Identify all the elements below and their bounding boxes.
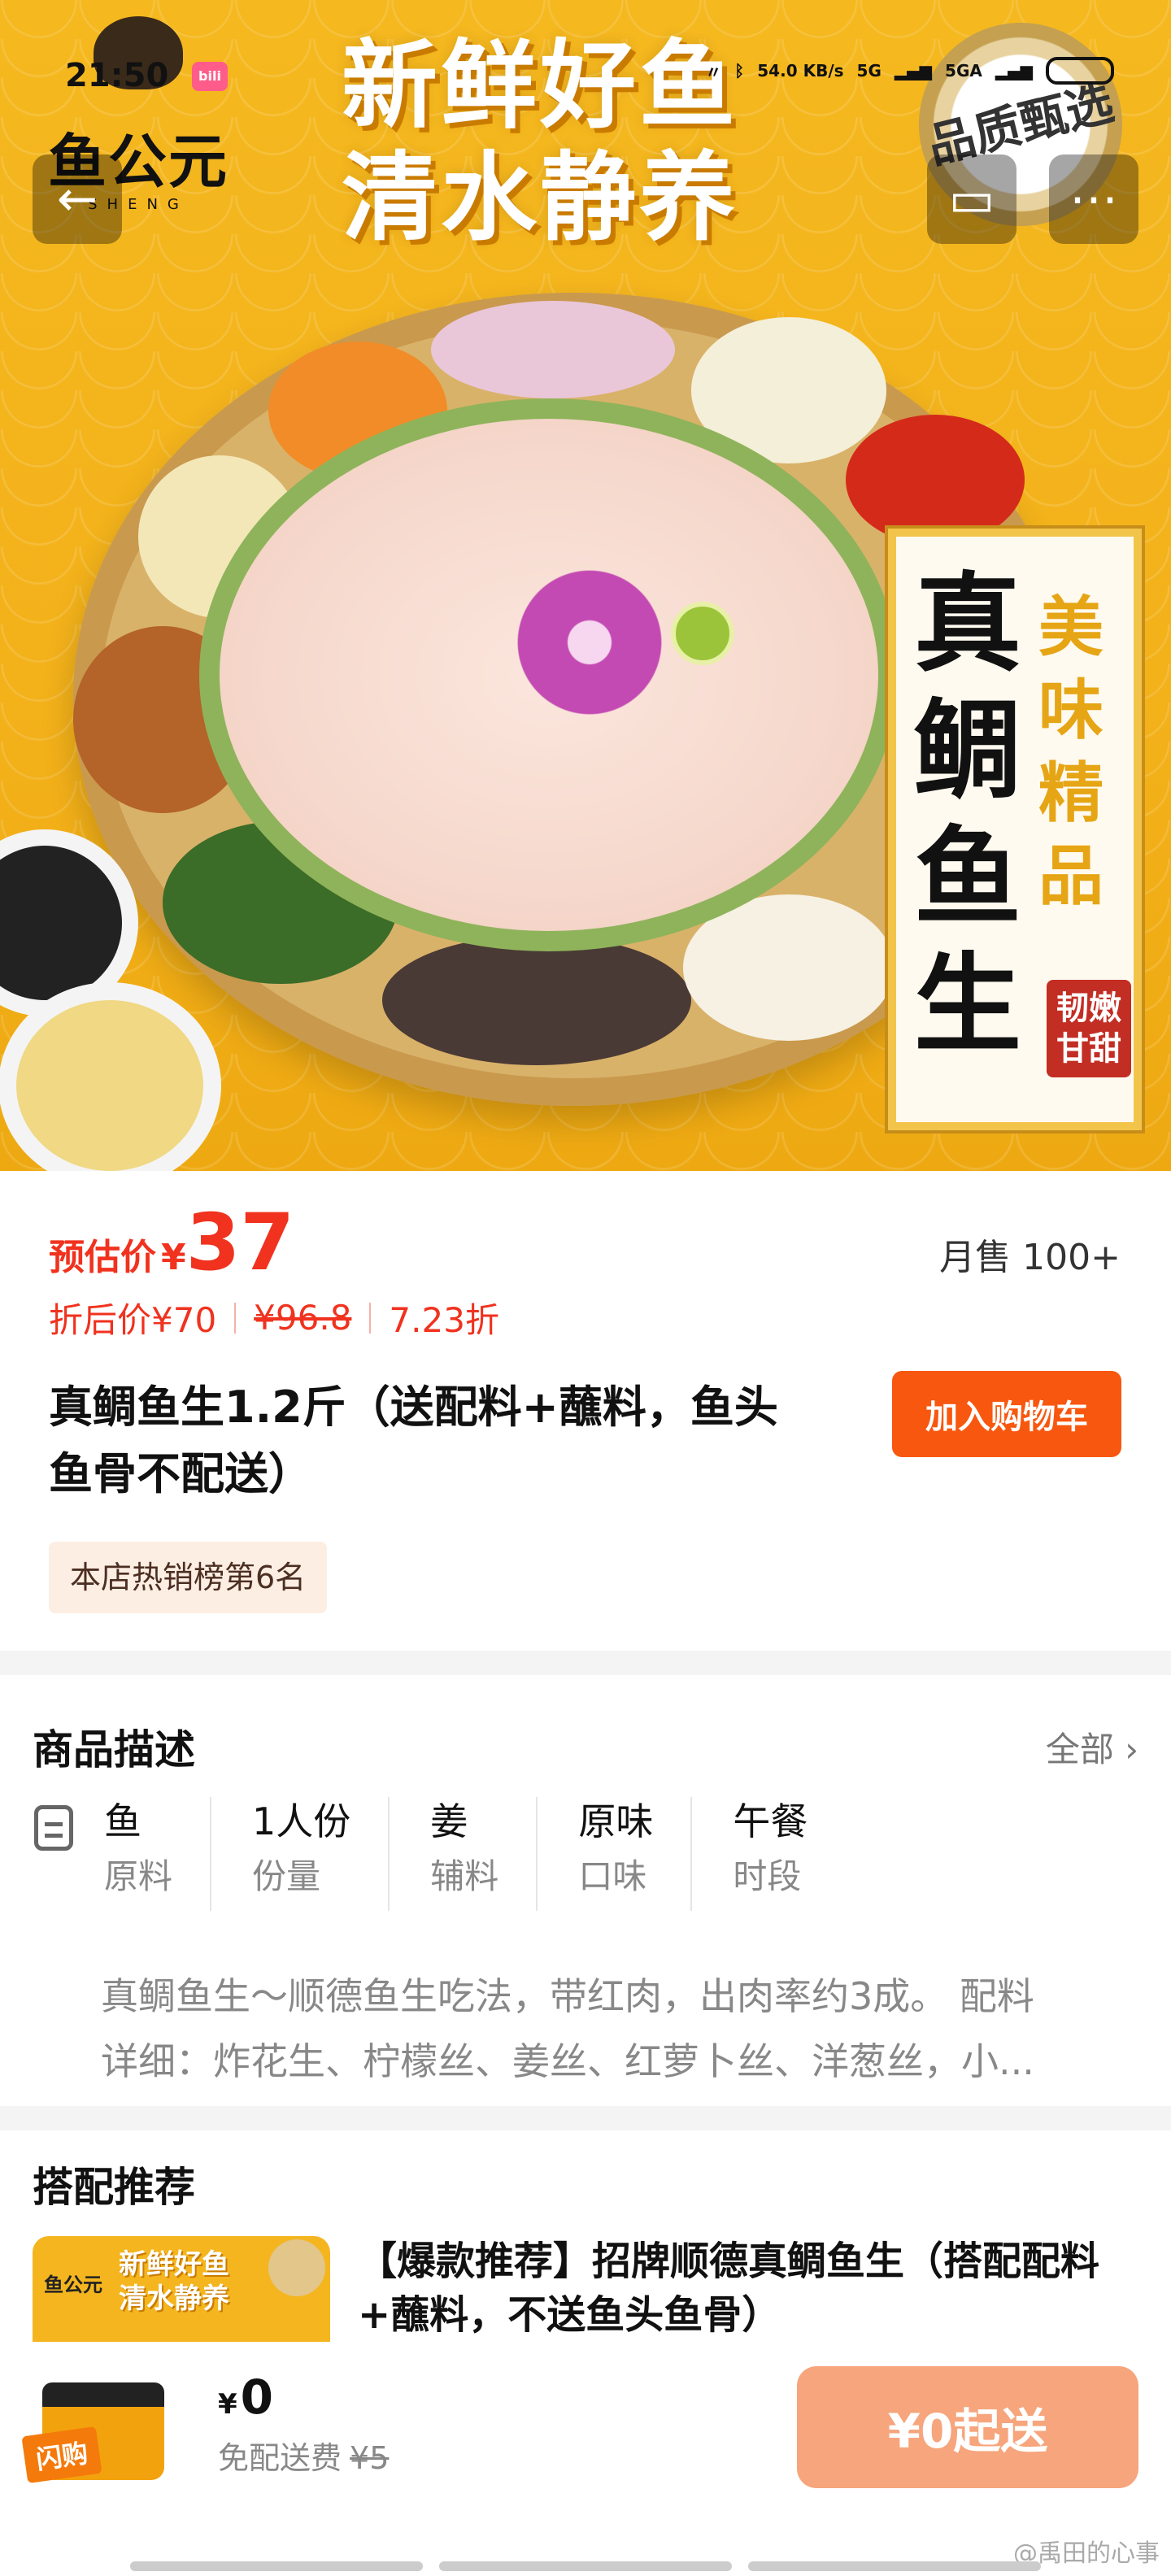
discount-rate: 7.23折 [389,1300,499,1340]
back-button[interactable]: ← [33,154,122,244]
badge-big-text: 真鲷鱼生 [914,561,1021,1068]
free-delivery-text: 免配送费 [218,2440,342,2476]
attribute-value: 鱼 [104,1799,141,1843]
network-speed: 54.0 KB/s [757,61,844,80]
chat-bubble-icon: ▭ [948,171,995,228]
attribute-item: 1人份 份量 [252,1797,390,1911]
attribute-value: 午餐 [733,1799,808,1843]
back-arrow-icon: ← [56,171,98,228]
attribute-key: 时段 [733,1856,802,1896]
old-delivery-fee: ¥5 [350,2440,390,2476]
product-name-badge: 真鲷鱼生 美味精品 韧嫩甘甜 [888,529,1142,1130]
orchid-garnish [496,569,683,716]
status-indicators: 〃 ᛒ 54.0 KB/s 5G ▂▄▆ 5GA ▂▄▆ [705,57,1114,85]
attribute-item: 原味 口味 [578,1797,693,1911]
add-to-cart-button[interactable]: 加入购物车 [892,1371,1121,1457]
total-currency: ¥ [218,2388,237,2421]
description-text[interactable]: 真鲷鱼生～顺德鱼生吃法，带红肉，出肉率约3成。 配料 详细：炸花生、柠檬丝、姜丝… [101,1964,1117,2094]
attribute-item: 午餐 时段 [733,1797,845,1911]
min-order-button[interactable]: ¥0起送 [797,2366,1138,2488]
status-bar: 21:50 bili 〃 ᛒ 54.0 KB/s 5G ▂▄▆ 5GA ▂▄▆ [65,57,1114,98]
more-icon: ⋯ [1069,171,1118,228]
attribute-key: 口味 [578,1856,647,1896]
attribute-list: 鱼 原料 1人份 份量 姜 辅料 原味 口味 午餐 时段 [104,1797,886,1911]
attribute-key: 份量 [252,1856,321,1896]
bluetooth-icon: ᛒ [734,61,745,80]
recommend-item-title[interactable]: 【爆款推荐】招牌顺德真鲷鱼生（搭配配料+蘸料，不送鱼头鱼骨） [358,2234,1122,2342]
clipboard-icon [34,1805,73,1851]
attribute-key: 辅料 [430,1856,499,1896]
thumb-seal-icon [268,2239,325,2296]
product-hero-image: 鱼公元 SHENG 新鲜好鱼 清水静养 品质甄选 21:50 bili 〃 ᛒ … [0,0,1171,1171]
checkout-bar: 闪购 ¥ 0 免配送费 ¥5 ¥0起送 [0,2342,1171,2576]
thumb-slogan: 新鲜好鱼 清水静养 [119,2247,229,2316]
bag-top [42,2382,164,2407]
delivery-fee: 免配送费 ¥5 [218,2433,389,2478]
attribute-value: 原味 [578,1799,654,1843]
attribute-value: 1人份 [252,1799,351,1843]
gesture-bar [130,2561,1041,2571]
bilibili-app-icon: bili [192,62,228,91]
battery-icon [1046,57,1114,85]
original-price: ¥96.8 [254,1298,352,1338]
signal-icon: ▂▄▆ [894,61,933,80]
monthly-sales: 月售 100+ [939,1237,1121,1278]
product-description-section: 商品描述 全部 › 鱼 原料 1人份 份量 姜 辅料 原味 口味 午餐 时段 真… [0,1675,1171,2106]
chat-button[interactable]: ▭ [927,154,1016,244]
attribute-item: 姜 辅料 [430,1797,538,1911]
gesture-segment [439,2561,732,2571]
description-title: 商品描述 [33,1726,195,1773]
network-5ga: 5GA [945,61,982,80]
divider [369,1302,372,1334]
shopping-bag-icon[interactable]: 闪购 [21,2358,179,2488]
perilla-topping [382,935,691,1065]
badge-small-text: 美味精品 [1038,589,1104,914]
nfc-icon: 〃 [705,62,722,82]
discount-price: 折后价¥70 [49,1300,217,1340]
onion-topping [431,301,675,398]
price-value: 37 [185,1197,295,1288]
attribute-key: 原料 [104,1856,173,1896]
product-title: 真鲷鱼生1.2斤（送配料+蘸料，鱼头鱼骨不配送） [49,1382,778,1499]
slogan-line-2: 清水静养 [342,141,739,254]
network-5g: 5G [856,61,882,80]
price-row: 预估价 ¥ 37 [49,1203,294,1281]
description-line-2: 详细：炸花生、柠檬丝、姜丝、红萝卜丝、洋葱丝，小... [101,2039,1034,2083]
gesture-segment [748,2561,1041,2571]
view-all-link[interactable]: 全部 › [1046,1722,1138,1772]
thumb-slogan-2: 清水静养 [119,2282,229,2315]
description-line-1: 真鲷鱼生～顺德鱼生吃法，带红肉，出肉率约3成。 配料 [101,1974,1034,2018]
status-time: 21:50 [65,57,169,94]
bestseller-rank-badge[interactable]: 本店热销榜第6名 [49,1542,328,1613]
divider [234,1302,237,1334]
attribute-value: 姜 [430,1799,468,1843]
lime-garnish [671,602,734,665]
recommend-title: 搭配推荐 [33,2164,195,2211]
thumb-slogan-1: 新鲜好鱼 [119,2248,229,2281]
attribute-item: 鱼 原料 [104,1797,212,1911]
cart-total: ¥ 0 [218,2369,273,2425]
badge-stamp: 韧嫩甘甜 [1047,980,1131,1077]
price-currency: ¥ [161,1237,186,1278]
oil-sauce-dish [16,1000,203,1171]
product-info-card: 预估价 ¥ 37 月售 100+ 折后价¥70 ¥96.8 7.23折 真鲷鱼生… [0,1171,1171,1651]
total-value: 0 [240,2369,274,2425]
thumb-brand: 鱼公元 [44,2273,102,2296]
more-button[interactable]: ⋯ [1049,154,1138,244]
price-label: 预估价 [49,1237,156,1278]
signal-icon-2: ▂▄▆ [995,61,1033,80]
discount-row: 折后价¥70 ¥96.8 7.23折 [49,1293,499,1342]
chili-topping [846,415,1025,545]
gesture-segment [130,2561,423,2571]
